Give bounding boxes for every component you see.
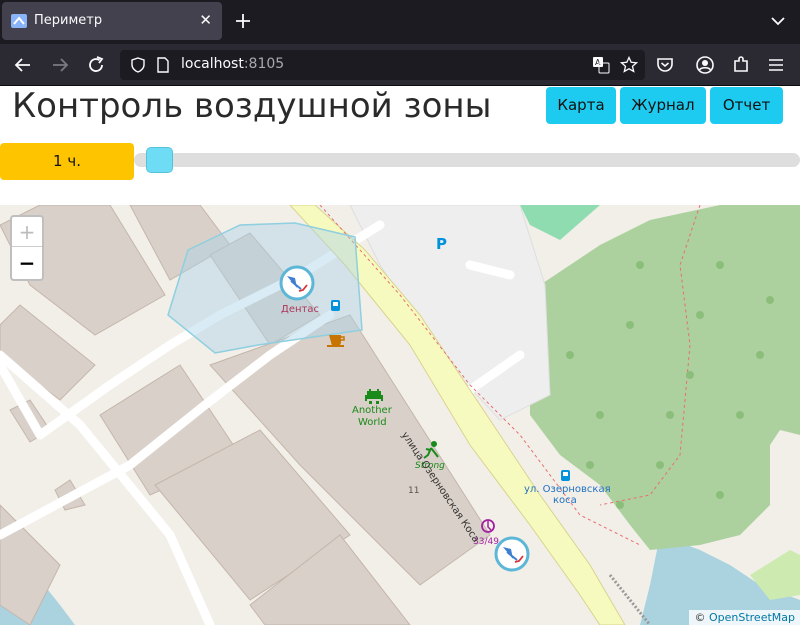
time-slider-track[interactable] [134, 153, 800, 167]
menu-icon[interactable] [766, 55, 786, 75]
chevron-down-icon[interactable] [770, 14, 786, 28]
bookmark-star-icon[interactable] [620, 56, 638, 74]
poi-label-dentas: Дентас [281, 304, 319, 315]
poi-label-another-world-line2: World [358, 417, 387, 428]
bus-stop-icon [331, 300, 340, 311]
bus-stop-label-line1: ул. Озерновская [524, 484, 611, 495]
journal-tab-button[interactable]: Журнал [620, 87, 706, 124]
drone-marker-north-icon [279, 265, 315, 301]
new-tab-icon[interactable] [233, 10, 253, 32]
map-attribution: © OpenStreetMap [689, 610, 800, 625]
tab-title: Периметр [34, 13, 103, 28]
pitch-area [520, 205, 600, 240]
drone-marker-south-icon [494, 536, 530, 572]
report-tab-button[interactable]: Отчет [710, 87, 783, 124]
app-favicon-icon [11, 14, 27, 28]
back-arrow-icon[interactable] [13, 55, 33, 75]
attribution-prefix: © [694, 611, 709, 624]
house-number-11: 11 [408, 486, 420, 496]
map-tiles [0, 205, 800, 625]
browser-tab[interactable]: Периметр ✕ [2, 2, 222, 40]
url-text[interactable]: localhost:8105 [181, 56, 284, 72]
poi-label-another-world-line1: Another [352, 405, 392, 416]
reload-icon[interactable] [86, 55, 106, 75]
zoom-in-button[interactable]: + [12, 217, 42, 247]
openstreetmap-link[interactable]: OpenStreetMap [709, 611, 795, 624]
zoom-control: + − [10, 215, 44, 281]
shield-icon[interactable] [130, 57, 146, 73]
browser-tab-bar: Периметр ✕ [0, 0, 800, 44]
url-port: :8105 [243, 56, 285, 72]
tab-close-icon[interactable]: ✕ [199, 11, 212, 29]
parking-icon: P [436, 235, 447, 253]
account-icon[interactable] [695, 55, 715, 75]
time-range-badge: 1 ч. [0, 143, 134, 180]
bus-stop-icon [561, 470, 570, 481]
page-info-icon[interactable] [156, 57, 170, 73]
browser-nav-bar: localhost:8105 A [0, 44, 800, 86]
url-bar[interactable]: localhost:8105 A [120, 50, 645, 80]
forward-arrow-icon[interactable] [50, 55, 70, 75]
time-slider-thumb[interactable] [146, 147, 173, 173]
translate-icon[interactable]: A [592, 56, 610, 74]
url-host: localhost [181, 56, 244, 72]
extensions-icon[interactable] [731, 55, 751, 75]
page-title: Контроль воздушной зоны [12, 86, 492, 126]
zoom-out-button[interactable]: − [12, 248, 42, 278]
map-tab-button[interactable]: Карта [546, 87, 616, 124]
bus-stop-label-line2: коса [553, 495, 577, 506]
map-view[interactable]: Дентас Another World Strong 11 33/49 ули… [0, 205, 800, 625]
pocket-icon[interactable] [655, 55, 675, 75]
